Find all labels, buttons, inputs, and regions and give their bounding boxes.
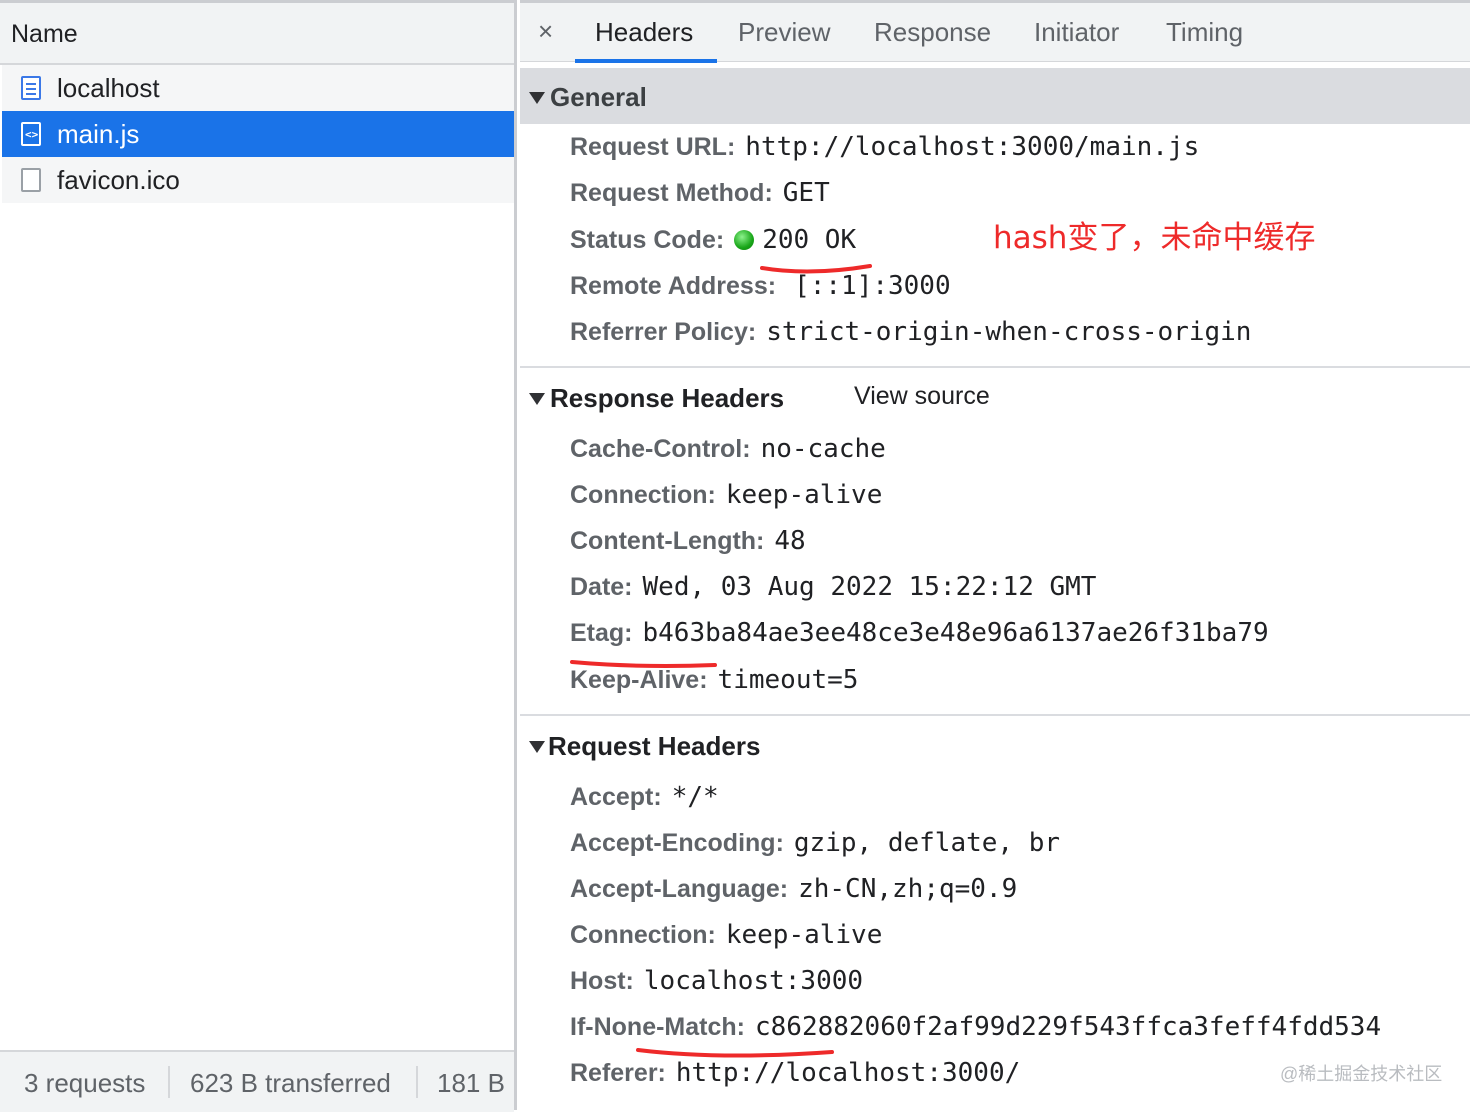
- referrer-policy-value: strict-origin-when-cross-origin: [766, 317, 1252, 347]
- request-name: main.js: [57, 119, 140, 149]
- header-key: Connection:: [570, 481, 716, 509]
- header-key: Request URL:: [570, 133, 736, 161]
- request-row-favicon[interactable]: favicon.ico: [2, 157, 514, 203]
- request-header-row: Referer: http://localhost:3000/: [570, 1058, 1020, 1088]
- header-key: Date:: [570, 573, 633, 601]
- section-divider: [520, 366, 1470, 368]
- triangle-down-icon: [529, 393, 545, 405]
- header-value: gzip, deflate, br: [793, 828, 1061, 858]
- response-header-row: Etag: b463ba84ae3ee48ce3e48e96a6137ae26f3…: [570, 618, 1269, 648]
- network-summary-bar: 3 requests 623 B transferred 181 B: [0, 1050, 514, 1112]
- request-header-row: Accept-Encoding: gzip, deflate, br: [570, 828, 1060, 858]
- header-value: */*: [671, 782, 719, 812]
- remote-address-value: [::1]:3000: [794, 271, 951, 301]
- response-header-row: Cache-Control: no-cache: [570, 434, 886, 464]
- header-value: keep-alive: [725, 480, 883, 510]
- request-header-row: Host: localhost:3000: [570, 966, 863, 996]
- request-method-value: GET: [782, 178, 830, 208]
- tab-timing[interactable]: Timing: [1166, 17, 1243, 48]
- header-value: c862882060f2af99d229f543ffca3feff4fdd534: [754, 1012, 1382, 1042]
- header-key: Host:: [570, 967, 634, 995]
- tab-initiator[interactable]: Initiator: [1034, 17, 1119, 48]
- divider: [168, 1066, 170, 1098]
- tab-response[interactable]: Response: [874, 17, 991, 48]
- annotation-text: hash变了，未命中缓存: [993, 220, 1316, 256]
- section-title: Request Headers: [548, 731, 761, 761]
- referrer-policy-row: Referrer Policy: strict-origin-when-cross…: [570, 317, 1251, 347]
- request-details-pane: × Headers Preview Response Initiator Tim…: [520, 0, 1470, 1110]
- header-key: Status Code:: [570, 226, 725, 254]
- response-header-row: Date: Wed, 03 Aug 2022 15:22:12 GMT: [570, 572, 1096, 602]
- requests-count: 3 requests: [24, 1068, 146, 1098]
- header-key: Cache-Control:: [570, 435, 751, 463]
- request-row-localhost[interactable]: localhost: [2, 65, 514, 111]
- header-key: Content-Length:: [570, 527, 765, 555]
- header-value: http://localhost:3000/: [675, 1058, 1021, 1088]
- section-divider: [520, 714, 1470, 716]
- close-icon[interactable]: ×: [538, 16, 553, 47]
- header-value: b463ba84ae3ee48ce3e48e96a6137ae26f31ba79: [642, 618, 1269, 648]
- request-method-row: Request Method: GET: [570, 178, 830, 208]
- header-key: Accept-Encoding:: [570, 829, 784, 857]
- status-green-dot-icon: [734, 230, 755, 250]
- view-source-link[interactable]: View source: [854, 382, 990, 411]
- document-icon: [21, 76, 41, 100]
- status-code-row: Status Code: 200 OK: [570, 225, 856, 255]
- header-value: no-cache: [760, 434, 886, 464]
- script-file-icon: <>: [21, 122, 41, 146]
- header-value: 48: [774, 526, 806, 556]
- watermark: @稀土掘金技术社区: [1280, 1064, 1443, 1084]
- header-key: If-None-Match:: [570, 1013, 745, 1041]
- status-code-value: 200 OK: [762, 225, 857, 255]
- name-column-label: Name: [11, 20, 78, 48]
- request-list-pane: Name localhost <> main.js favicon.ico 3 …: [0, 0, 517, 1112]
- header-value: keep-alive: [725, 920, 883, 950]
- response-headers-section-header[interactable]: Response Headers: [520, 369, 1470, 425]
- response-header-row: Content-Length: 48: [570, 526, 806, 556]
- header-value: zh-CN,zh;q=0.9: [798, 874, 1018, 904]
- request-header-row: Accept: */*: [570, 782, 719, 812]
- header-key: Connection:: [570, 921, 716, 949]
- header-key: Accept-Language:: [570, 875, 789, 903]
- header-value: localhost:3000: [643, 966, 864, 996]
- divider: [416, 1066, 418, 1098]
- request-name: favicon.ico: [57, 165, 180, 195]
- header-key: Accept:: [570, 783, 662, 811]
- header-value: Wed, 03 Aug 2022 15:22:12 GMT: [642, 572, 1097, 602]
- header-value: timeout=5: [717, 665, 859, 695]
- triangle-down-icon: [529, 741, 545, 753]
- request-url-row: Request URL: http://localhost:3000/main.j…: [570, 132, 1199, 162]
- response-header-row: Connection: keep-alive: [570, 480, 882, 510]
- active-tab-indicator: [575, 59, 717, 63]
- tab-headers[interactable]: Headers: [595, 17, 693, 48]
- transferred-size: 623 B transferred: [190, 1068, 391, 1098]
- remote-address-row: Remote Address: [::1]:3000: [570, 271, 951, 301]
- tab-preview[interactable]: Preview: [738, 17, 830, 48]
- section-title: Response Headers: [550, 383, 785, 413]
- header-key: Remote Address:: [570, 272, 777, 300]
- header-key: Keep-Alive:: [570, 666, 708, 694]
- header-key: Request Method:: [570, 179, 773, 207]
- file-icon: [21, 168, 41, 192]
- header-key: Etag:: [570, 619, 633, 647]
- if-none-match-underline: [636, 1048, 834, 1058]
- header-key: Referer:: [570, 1059, 666, 1087]
- request-url-value: http://localhost:3000/main.js: [745, 132, 1200, 162]
- request-header-row: Connection: keep-alive: [570, 920, 882, 950]
- request-header-row: If-None-Match: c862882060f2af99d229f543ff…: [570, 1012, 1381, 1042]
- request-name: localhost: [57, 73, 160, 103]
- request-headers-section-header[interactable]: Request Headers: [520, 717, 1470, 773]
- general-section-header[interactable]: General: [520, 68, 1470, 124]
- resources-size: 181 B: [437, 1068, 505, 1098]
- request-header-row: Accept-Language: zh-CN,zh;q=0.9: [570, 874, 1017, 904]
- request-row-main-js[interactable]: <> main.js: [2, 111, 514, 157]
- name-column-header[interactable]: Name: [0, 3, 514, 65]
- section-title: General: [550, 82, 647, 112]
- response-header-row: Keep-Alive: timeout=5: [570, 665, 858, 695]
- triangle-down-icon: [529, 92, 545, 104]
- header-key: Referrer Policy:: [570, 318, 757, 346]
- details-tab-bar: × Headers Preview Response Initiator Tim…: [520, 0, 1470, 63]
